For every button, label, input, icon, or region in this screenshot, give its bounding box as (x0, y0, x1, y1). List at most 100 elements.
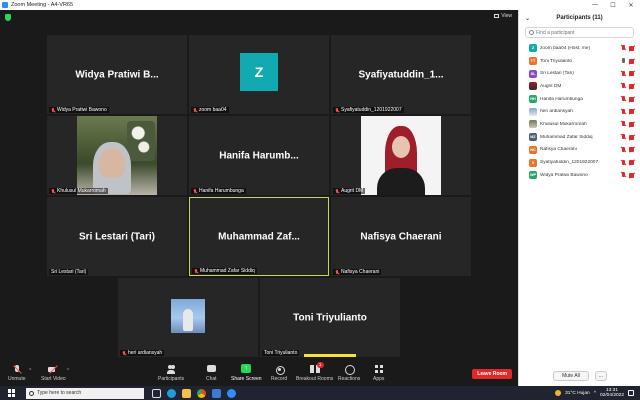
video-tile[interactable]: Syafiyatuddin_1... Syafiyatuddin_1201922… (331, 35, 471, 114)
participant-label: Syafiyatuddin_1201922007 (333, 107, 404, 113)
more-options-button[interactable]: ... (594, 371, 607, 381)
share-screen-button[interactable]: Share Screen (231, 364, 262, 382)
video-off-icon (629, 160, 636, 166)
video-tile[interactable]: Widya Pratiwi B... Widya Pratiwi Bawono (47, 35, 187, 114)
participant-label: zoom baa04 (191, 107, 229, 113)
participant-name: Augrit DM (540, 83, 562, 89)
participant-row[interactable]: heri ardiansyah (519, 105, 640, 118)
chevron-down-icon[interactable]: ⌄ (525, 15, 530, 22)
participant-search[interactable] (525, 27, 634, 38)
mic-muted-icon (194, 268, 198, 274)
participants-button[interactable]: Participants (158, 365, 184, 382)
participant-name: heri ardiansyah (540, 109, 573, 115)
microphone-muted-icon (621, 108, 626, 115)
participant-row[interactable]: Augrit DM (519, 80, 640, 93)
taskbar-search[interactable]: Type here to search (26, 387, 144, 399)
mic-muted-icon (51, 188, 55, 194)
video-tile[interactable]: Nafisya Chaerani Nafisya Chaerani (331, 197, 471, 276)
participant-status-icons (621, 146, 636, 153)
participant-avatar (529, 82, 537, 91)
breakout-rooms-icon: 1 (309, 362, 324, 374)
video-tile[interactable]: Toni Triyulianto Toni Triyulianto (260, 278, 400, 357)
tray-overflow-icon[interactable]: ^ (594, 391, 596, 396)
chat-label: Chat (206, 376, 217, 382)
participant-row[interactable]: S Syafiyatuddin_1201922007 (519, 156, 640, 169)
reactions-button[interactable]: Reactions (338, 365, 360, 382)
minimize-button[interactable]: — (586, 2, 604, 9)
participant-status-icons (621, 134, 636, 140)
start-video-button[interactable]: Start Video (41, 365, 66, 382)
participant-status-icons (621, 108, 636, 115)
video-tile[interactable]: Augrit DM (331, 116, 471, 195)
participant-display-name: Hanifa Harumb... (219, 150, 299, 161)
participant-label: Toni Triyulianto (262, 350, 300, 356)
face-image (99, 148, 125, 178)
participant-label-text: Augrit DM (341, 188, 364, 194)
participant-label: Sri Lestari (Tari) (49, 269, 89, 275)
video-tile[interactable]: heri ardiansyah (118, 278, 258, 357)
unmute-button[interactable]: Unmute (8, 365, 26, 382)
breakout-rooms-button[interactable]: 1 Breakout Rooms (296, 362, 333, 382)
close-button[interactable]: ✕ (622, 2, 640, 9)
participant-name: Nafisya Chaerani (540, 147, 577, 153)
participant-name: zoom baa04 (Host, me) (540, 45, 591, 51)
participant-row[interactable]: TT Toni Triyulianto (519, 55, 640, 68)
video-tile[interactable]: Khulusul Mukarromah (47, 116, 187, 195)
chrome-icon[interactable] (197, 388, 206, 398)
mic-muted-icon (335, 188, 339, 194)
video-tile[interactable]: Sri Lestari (Tari) Sri Lestari (Tari) (47, 197, 187, 276)
video-tile-active-speaker[interactable]: Muhammad Zaf... Muhammad Zafar Siddiq (189, 197, 329, 276)
participant-row[interactable]: SL Sri Lestari (Tari) (519, 67, 640, 80)
suit-image (377, 168, 425, 195)
apps-button[interactable]: Apps (373, 365, 384, 382)
participant-search-input[interactable] (536, 29, 626, 36)
store-icon[interactable] (212, 388, 221, 398)
search-icon (29, 390, 34, 396)
taskbar-clock[interactable]: 13:31 02/04/2022 (600, 388, 624, 398)
start-video-label: Start Video (41, 376, 66, 382)
mic-muted-icon (193, 188, 197, 194)
windows-start-icon[interactable] (8, 389, 20, 397)
participant-label-text: Hanifa Harumbunga (199, 188, 244, 194)
participant-display-name: Widya Pratiwi B... (75, 69, 159, 80)
security-shield-icon[interactable] (5, 14, 11, 21)
reactions-icon (344, 365, 356, 375)
video-tile[interactable]: Z zoom baa04 (189, 35, 329, 114)
participant-row[interactable]: NC Nafisya Chaerani (519, 144, 640, 157)
task-view-icon[interactable] (152, 388, 161, 398)
participant-row[interactable]: Zzoom baa04 (Host, me) (519, 42, 640, 55)
participant-row[interactable]: HH Hanifa Harumbunga (519, 93, 640, 106)
participant-name: Hanifa Harumbunga (540, 96, 583, 102)
participant-avatar (529, 107, 537, 116)
video-options-caret[interactable]: ^ (67, 368, 69, 374)
participant-avatar: MZ (529, 133, 537, 142)
participant-row[interactable]: Khulusul Mukarromah (519, 118, 640, 131)
mic-muted-icon (51, 107, 55, 113)
video-off-icon (629, 134, 636, 140)
leave-room-button[interactable]: Leave Room (472, 369, 512, 379)
weather-icon (555, 390, 562, 396)
chat-button[interactable]: Chat (206, 365, 217, 382)
microphone-icon (621, 58, 626, 64)
taskbar-apps (152, 388, 236, 398)
video-off-icon (629, 121, 636, 127)
view-button[interactable]: View (494, 13, 512, 19)
audio-options-caret[interactable]: ^ (29, 368, 31, 374)
participant-label-text: Syafiyatuddin_1201922007 (341, 107, 402, 113)
record-button[interactable]: Record (271, 365, 287, 382)
file-explorer-icon[interactable] (182, 388, 191, 398)
edge-icon[interactable] (167, 388, 176, 398)
notification-icon[interactable] (628, 390, 634, 396)
maximize-button[interactable]: ☐ (604, 2, 622, 9)
mic-muted-icon (122, 350, 126, 356)
participant-row[interactable]: WP Widya Pratiwi Bawono (519, 169, 640, 182)
participant-label-text: Muhammad Zafar Siddiq (200, 268, 255, 274)
mic-muted-icon (193, 107, 197, 113)
participant-avatar: Z (529, 44, 537, 53)
reactions-label: Reactions (338, 376, 361, 382)
participant-video-feed (77, 116, 157, 195)
mute-all-button[interactable]: Mute All (553, 371, 589, 381)
zoom-icon[interactable] (227, 388, 236, 398)
participant-row[interactable]: MZ Muhammad Zafar Siddiq (519, 131, 640, 144)
video-tile[interactable]: Hanifa Harumb... Hanifa Harumbunga (189, 116, 329, 195)
